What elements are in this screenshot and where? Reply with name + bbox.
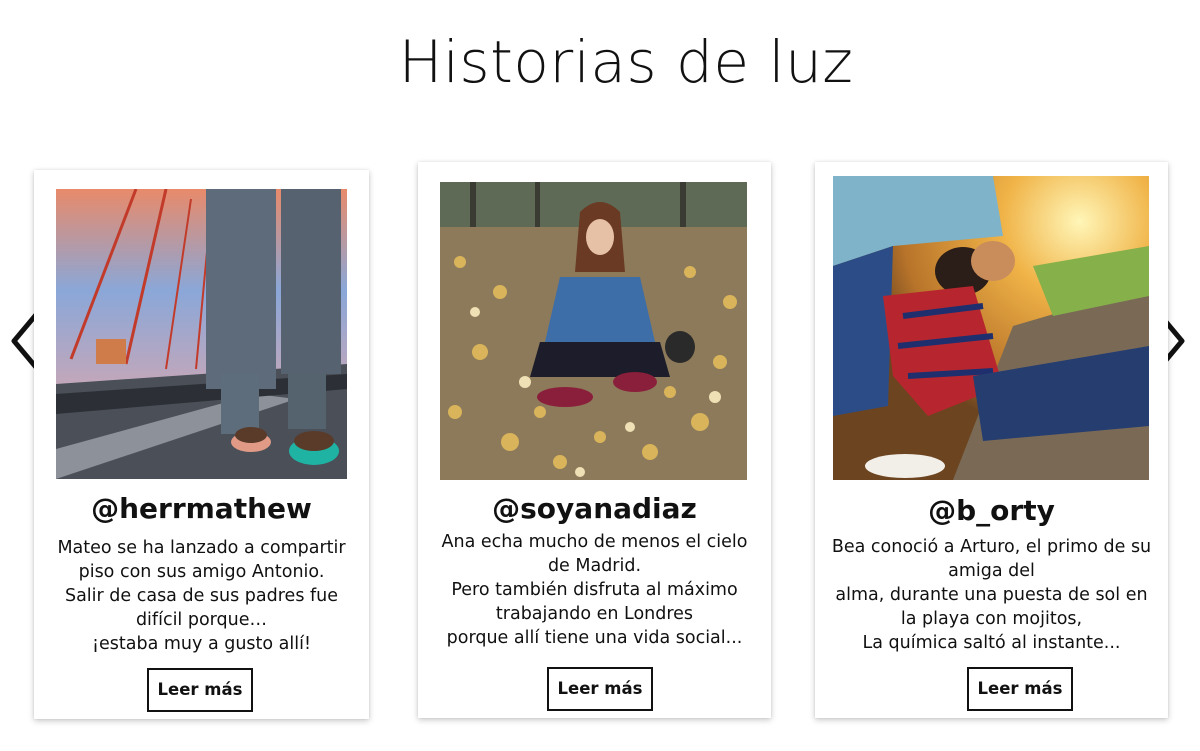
read-more-button[interactable]: Leer más — [547, 667, 653, 711]
description-line: porque allí tiene una vida social... — [446, 628, 743, 648]
description-line: la playa con mojitos, — [900, 609, 1083, 629]
story-photo[interactable] — [56, 189, 347, 479]
story-photo[interactable] — [440, 182, 747, 480]
page-title: Historias de luz — [398, 28, 854, 96]
story-author-handle[interactable]: @soyanadiaz — [418, 492, 771, 525]
story-card: @soyanadiaz Ana echa mucho de menos el c… — [418, 162, 771, 718]
description-line: Bea conoció a Arturo, el primo de su — [831, 537, 1152, 557]
description-line: amiga del — [948, 561, 1035, 581]
story-description: Mateo se ha lanzado a compartir piso con… — [42, 536, 361, 656]
read-more-button[interactable]: Leer más — [147, 668, 253, 712]
read-more-button[interactable]: Leer más — [967, 667, 1073, 711]
description-line: Pero también disfruta al máximo — [451, 580, 738, 600]
story-author-handle[interactable]: @herrmathew — [34, 492, 369, 525]
story-card: @herrmathew Mateo se ha lanzado a compar… — [34, 170, 369, 719]
description-line: Mateo se ha lanzado a compartir — [57, 538, 346, 558]
story-card: @b_orty Bea conoció a Arturo, el primo d… — [815, 162, 1168, 718]
description-line: de Madrid. — [547, 556, 642, 576]
story-photo[interactable] — [833, 176, 1149, 480]
story-author-handle[interactable]: @b_orty — [815, 494, 1168, 527]
description-line: ¡estaba muy a gusto allí! — [92, 634, 311, 654]
description-line: alma, durante una puesta de sol en — [835, 585, 1148, 605]
story-description: Ana echa mucho de menos el cielo de Madr… — [426, 530, 763, 650]
description-line: La química saltó al instante... — [862, 633, 1121, 653]
description-line: Ana echa mucho de menos el cielo — [441, 532, 748, 552]
description-line: Salir de casa de sus padres fue — [64, 586, 339, 606]
story-description: Bea conoció a Arturo, el primo de su ami… — [823, 535, 1160, 655]
description-line: piso con sus amigo Antonio. — [78, 562, 325, 582]
description-line: difícil porque… — [135, 610, 268, 630]
description-line: trabajando en Londres — [495, 604, 694, 624]
